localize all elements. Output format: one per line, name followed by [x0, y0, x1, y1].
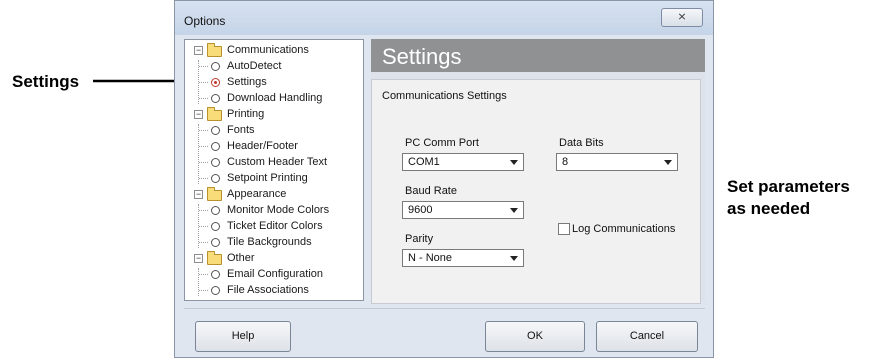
tree-item-file-associations[interactable]: File Associations — [185, 282, 363, 298]
chevron-down-icon — [510, 256, 518, 261]
radio-icon — [211, 206, 220, 215]
tree-item-monitor-mode-colors[interactable]: Monitor Mode Colors — [185, 202, 363, 218]
tree-item-label: Email Configuration — [227, 268, 323, 280]
data-bits-value: 8 — [562, 156, 569, 168]
radio-icon — [211, 222, 220, 231]
folder-icon — [207, 107, 222, 121]
tree-group-label: Communications — [227, 44, 309, 56]
options-tree: − Communications AutoDetect Settings Dow… — [184, 39, 364, 301]
chevron-down-icon — [664, 160, 672, 165]
footer-divider — [184, 308, 705, 309]
help-button[interactable]: Help — [195, 321, 291, 352]
tree-item-label: Tile Backgrounds — [227, 236, 312, 248]
log-communications-label[interactable]: Log Communications — [572, 223, 675, 235]
tree-item-setpoint-printing[interactable]: Setpoint Printing — [185, 170, 363, 186]
chevron-down-icon — [510, 160, 518, 165]
pc-comm-port-label: PC Comm Port — [405, 137, 479, 149]
tree-group-label: Printing — [227, 108, 265, 120]
selected-radio-icon — [211, 78, 220, 87]
section-label: Communications Settings — [382, 90, 507, 102]
cancel-button[interactable]: Cancel — [596, 321, 698, 352]
tree-item-label: Fonts — [227, 124, 255, 136]
folder-icon — [207, 251, 222, 265]
tree-item-label: Settings — [227, 76, 267, 88]
parity-value: N - None — [408, 252, 453, 264]
title-bar: Options ⨯ — [175, 1, 713, 35]
settings-panel: Settings Communications Settings PC Comm… — [371, 39, 705, 304]
tree-item-tile-backgrounds[interactable]: Tile Backgrounds — [185, 234, 363, 250]
tree-item-custom-header-text[interactable]: Custom Header Text — [185, 154, 363, 170]
tree-item-fonts[interactable]: Fonts — [185, 122, 363, 138]
folder-icon — [207, 187, 222, 201]
parameters-callout-label-line2: as needed — [727, 199, 811, 218]
data-bits-label: Data Bits — [559, 137, 604, 149]
tree-item-label: AutoDetect — [227, 60, 282, 72]
tree-item-label: Ticket Editor Colors — [227, 220, 323, 232]
radio-icon — [211, 270, 220, 279]
window-title: Options — [184, 14, 226, 28]
collapse-icon[interactable]: − — [194, 110, 203, 119]
radio-icon — [211, 158, 220, 167]
tree-item-autodetect[interactable]: AutoDetect — [185, 58, 363, 74]
tree-item-label: Monitor Mode Colors — [227, 204, 330, 216]
log-communications-checkbox[interactable] — [558, 223, 570, 235]
tree-item-settings[interactable]: Settings — [185, 74, 363, 90]
baud-rate-value: 9600 — [408, 204, 433, 216]
radio-icon — [211, 286, 220, 295]
collapse-icon[interactable]: − — [194, 46, 203, 55]
tree-item-download-handling[interactable]: Download Handling — [185, 90, 363, 106]
settings-callout-label: Settings — [12, 72, 80, 91]
parameters-callout-label-line1: Set parameters — [727, 177, 850, 196]
tree-item-label: File Associations — [227, 284, 309, 296]
baud-rate-label: Baud Rate — [405, 185, 457, 197]
tree-item-email-configuration[interactable]: Email Configuration — [185, 266, 363, 282]
tree-group-other[interactable]: − Other — [185, 250, 363, 266]
tree-group-printing[interactable]: − Printing — [185, 106, 363, 122]
tree-group-label: Appearance — [227, 188, 287, 200]
tree-item-label: Custom Header Text — [227, 156, 328, 168]
panel-title: Settings — [382, 44, 462, 69]
parity-select[interactable]: N - None — [402, 249, 524, 267]
panel-body: Communications Settings PC Comm Port COM… — [371, 79, 701, 304]
chevron-down-icon — [510, 208, 518, 213]
options-dialog: Options ⨯ − Communications AutoDetect Se… — [174, 0, 714, 358]
tree-item-label: Header/Footer — [227, 140, 298, 152]
collapse-icon[interactable]: − — [194, 190, 203, 199]
data-bits-select[interactable]: 8 — [556, 153, 678, 171]
pc-comm-port-select[interactable]: COM1 — [402, 153, 524, 171]
parity-label: Parity — [405, 233, 434, 245]
tree-group-label: Other — [227, 252, 255, 264]
tree-group-communications[interactable]: − Communications — [185, 42, 363, 58]
radio-icon — [211, 62, 220, 71]
tree-item-label: Setpoint Printing — [227, 172, 308, 184]
ok-button[interactable]: OK — [485, 321, 585, 352]
tree-item-header-footer[interactable]: Header/Footer — [185, 138, 363, 154]
radio-icon — [211, 238, 220, 247]
radio-icon — [211, 174, 220, 183]
folder-icon — [207, 43, 222, 57]
close-button[interactable]: ⨯ — [661, 8, 703, 27]
tree-item-ticket-editor-colors[interactable]: Ticket Editor Colors — [185, 218, 363, 234]
tree-item-label: Download Handling — [227, 92, 323, 104]
pc-comm-port-value: COM1 — [408, 156, 440, 168]
tree-group-appearance[interactable]: − Appearance — [185, 186, 363, 202]
baud-rate-select[interactable]: 9600 — [402, 201, 524, 219]
radio-icon — [211, 126, 220, 135]
panel-header: Settings — [371, 39, 705, 72]
radio-icon — [211, 142, 220, 151]
collapse-icon[interactable]: − — [194, 254, 203, 263]
radio-icon — [211, 94, 220, 103]
close-icon: ⨯ — [677, 11, 687, 23]
